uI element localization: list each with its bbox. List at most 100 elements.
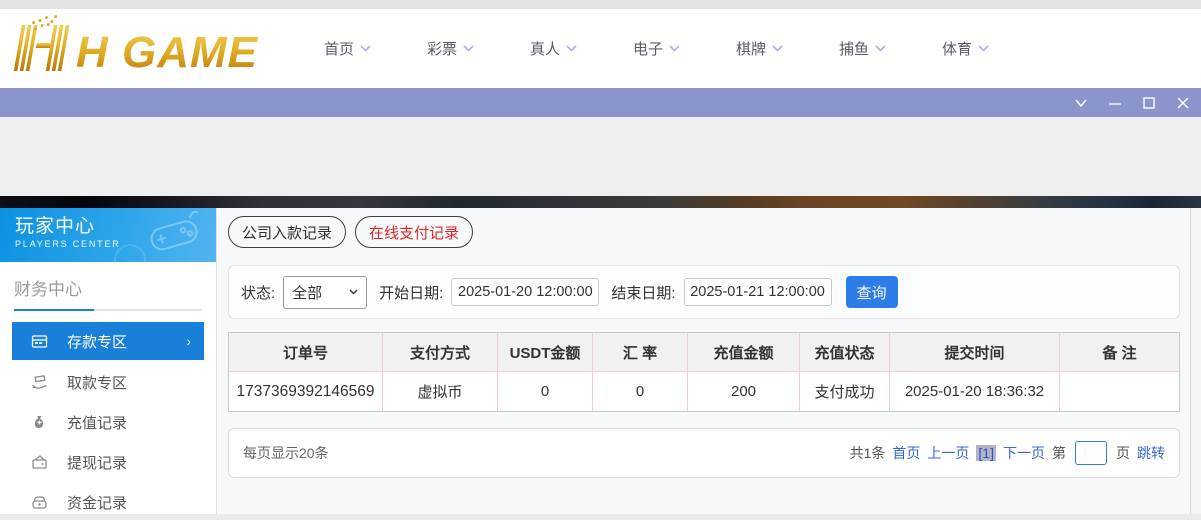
logo-text: H GAME xyxy=(76,28,259,77)
first-page-link[interactable]: 首页 xyxy=(892,443,920,463)
banner-strip xyxy=(0,196,1201,208)
current-page-indicator: [1] xyxy=(976,445,996,461)
nav-label: 首页 xyxy=(323,41,354,58)
sidebar-item-label: 充值记录 xyxy=(67,414,128,432)
close-icon xyxy=(1177,97,1188,108)
page-background-band xyxy=(0,117,1201,196)
sidebar-header: 玩家中心 PLAYERS CENTER xyxy=(0,208,216,262)
maximize-icon xyxy=(1142,96,1155,109)
nav-label: 彩票 xyxy=(426,41,457,58)
withdraw-icon xyxy=(31,374,48,391)
sidebar-item-label: 取款专区 xyxy=(67,374,128,392)
chevron-down-icon xyxy=(875,45,886,52)
col-header-submit-time: 提交时间 xyxy=(889,333,1059,372)
funds-record-icon xyxy=(31,494,48,511)
cell-submit-time: 2025-01-20 18:36:32 xyxy=(889,372,1059,411)
window-titlebar xyxy=(0,88,1201,117)
minimize-button[interactable] xyxy=(1107,95,1122,110)
total-count-text: 共1条 xyxy=(849,445,886,461)
chevron-down-icon xyxy=(463,45,474,52)
nav-label: 电子 xyxy=(632,41,663,58)
nav-label: 真人 xyxy=(529,41,560,58)
nav-item-live-casino[interactable]: 真人 xyxy=(502,38,605,59)
main-nav: 首页 彩票 真人 电子 棋牌 捕鱼 体育 xyxy=(296,9,1017,88)
nav-label: 体育 xyxy=(941,41,972,58)
sidebar-item-withdraw-zone[interactable]: 取款专区 xyxy=(0,362,216,402)
filter-bar: 状态: 全部 开始日期: 结束日期: 查询 xyxy=(228,265,1180,319)
bottom-strip xyxy=(0,514,1201,520)
sidebar-item-withdrawal-records[interactable]: 提现记录 xyxy=(0,442,216,482)
col-header-recharge-amount: 充值金额 xyxy=(687,333,799,372)
status-select-value: 全部 xyxy=(292,284,323,302)
main-content: 公司入款记录 在线支付记录 状态: 全部 开始日期: 结束日期: 查询 订单号 … xyxy=(218,208,1190,514)
collapse-button[interactable] xyxy=(1073,95,1088,110)
brand-logo[interactable]: H GAME xyxy=(8,13,288,83)
search-button[interactable]: 查询 xyxy=(845,276,898,308)
sidebar-item-label: 资金记录 xyxy=(67,494,128,512)
jump-prefix-label: 第 xyxy=(1052,445,1066,461)
deposit-icon xyxy=(31,333,48,350)
end-date-label: 结束日期: xyxy=(611,284,676,302)
sidebar-item-deposit-zone[interactable]: 存款专区 › xyxy=(12,322,204,360)
pagination-bar: 每页显示20条 共1条 首页 上一页 [1] 下一页 第 页 跳转 xyxy=(228,428,1180,478)
cell-usdt-amount: 0 xyxy=(497,372,592,411)
pager: 共1条 首页 上一页 [1] 下一页 第 页 跳转 xyxy=(850,441,1165,465)
sidebar: 玩家中心 PLAYERS CENTER 财务中心 存款专区 › 取款专区 充值记… xyxy=(0,208,217,514)
col-header-remark: 备 注 xyxy=(1059,333,1179,372)
scrollbar[interactable] xyxy=(1190,208,1201,514)
nav-item-fishing[interactable]: 捕鱼 xyxy=(811,38,914,59)
nav-item-home[interactable]: 首页 xyxy=(296,38,399,59)
sidebar-item-recharge-records[interactable]: 充值记录 xyxy=(0,402,216,442)
end-date-input[interactable] xyxy=(683,278,832,306)
tab-online-payment-records[interactable]: 在线支付记录 xyxy=(355,216,474,248)
col-header-recharge-status: 充值状态 xyxy=(799,333,889,372)
maximize-button[interactable] xyxy=(1141,95,1156,110)
nav-label: 棋牌 xyxy=(735,41,766,58)
record-tabs: 公司入款记录 在线支付记录 xyxy=(228,216,474,248)
jump-button[interactable]: 跳转 xyxy=(1137,443,1165,463)
cell-recharge-status: 支付成功 xyxy=(799,372,889,411)
status-label: 状态: xyxy=(241,284,276,302)
chevron-down-icon xyxy=(349,289,358,295)
cell-payment-method: 虚拟币 xyxy=(382,372,497,411)
records-table: 订单号 支付方式 USDT金额 汇 率 充值金额 充值状态 提交时间 备 注 1… xyxy=(228,332,1180,412)
jump-suffix-label: 页 xyxy=(1116,445,1130,461)
chevron-down-icon xyxy=(566,45,577,52)
chevron-down-icon xyxy=(978,45,989,52)
chevron-down-icon xyxy=(360,45,371,52)
withdrawal-record-icon xyxy=(31,454,48,471)
next-page-link[interactable]: 下一页 xyxy=(1003,443,1045,463)
sidebar-section-title: 财务中心 xyxy=(14,280,82,299)
nav-item-sports[interactable]: 体育 xyxy=(914,38,1017,59)
tab-company-deposit-records[interactable]: 公司入款记录 xyxy=(228,216,347,248)
chevron-right-icon: › xyxy=(186,333,191,349)
close-button[interactable] xyxy=(1175,95,1190,110)
logo-graphic: H GAME xyxy=(13,15,259,77)
top-strip xyxy=(0,0,1201,9)
sidebar-menu: 存款专区 › 取款专区 充值记录 提现记录 资金记录 xyxy=(0,322,216,520)
col-header-usdt-amount: USDT金额 xyxy=(497,333,592,372)
nav-label: 捕鱼 xyxy=(838,41,869,58)
minimize-icon xyxy=(1108,102,1121,105)
nav-item-lottery[interactable]: 彩票 xyxy=(399,38,502,59)
col-header-exchange-rate: 汇 率 xyxy=(592,333,687,372)
start-date-input[interactable] xyxy=(451,278,600,306)
nav-item-chess-cards[interactable]: 棋牌 xyxy=(708,38,811,59)
chevron-down-icon xyxy=(772,45,783,52)
cell-recharge-amount: 200 xyxy=(687,372,799,411)
chevron-down-icon xyxy=(1074,99,1087,107)
nav-item-slots[interactable]: 电子 xyxy=(605,38,708,59)
status-select[interactable]: 全部 xyxy=(283,275,368,309)
app-header: H GAME 首页 彩票 真人 电子 棋牌 捕鱼 体育 xyxy=(0,9,1201,88)
prev-page-link[interactable]: 上一页 xyxy=(927,443,969,463)
cell-remark xyxy=(1059,372,1179,411)
jump-page-input[interactable] xyxy=(1075,441,1107,465)
sidebar-item-label: 提现记录 xyxy=(67,454,128,472)
page-size-text: 每页显示20条 xyxy=(243,445,329,461)
recharge-record-icon xyxy=(31,414,48,431)
cell-order-no: 1737369392146569 xyxy=(229,372,382,411)
col-header-payment-method: 支付方式 xyxy=(382,333,497,372)
chevron-down-icon xyxy=(669,45,680,52)
section-underline xyxy=(14,309,202,311)
col-header-order-no: 订单号 xyxy=(229,333,382,372)
